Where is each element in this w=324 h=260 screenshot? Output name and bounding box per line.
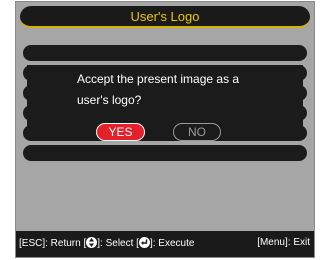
- dialog-row: [23, 45, 307, 61]
- confirm-dialog: Accept the present image as a user's log…: [23, 45, 307, 165]
- execute-hint: ]: Execute: [149, 238, 195, 249]
- esc-return-hint: [ESC]: Return [: [19, 238, 87, 249]
- updown-arrows-icon: [86, 237, 98, 248]
- title-bar: User's Logo: [20, 6, 310, 28]
- footer-help-left: [ESC]: Return [ ]: Select [ ]: Execute: [19, 237, 194, 249]
- enter-icon: [138, 237, 150, 248]
- footer-help-bar: [ESC]: Return [ ]: Select [ ]: Execute [Me…: [16, 231, 314, 257]
- window-title: User's Logo: [130, 9, 200, 24]
- dialog-message-line-1: Accept the present image as a: [77, 72, 240, 86]
- yes-button[interactable]: YES: [96, 123, 145, 141]
- dialog-message-line-2: user's logo?: [77, 93, 142, 107]
- no-button[interactable]: NO: [173, 123, 221, 141]
- projector-screen: User's Logo Accept the present image as …: [15, 1, 315, 258]
- dialog-row: [23, 145, 307, 161]
- select-hint: ]: Select [: [97, 238, 139, 249]
- menu-exit-hint: [Menu]: Exit: [257, 237, 310, 248]
